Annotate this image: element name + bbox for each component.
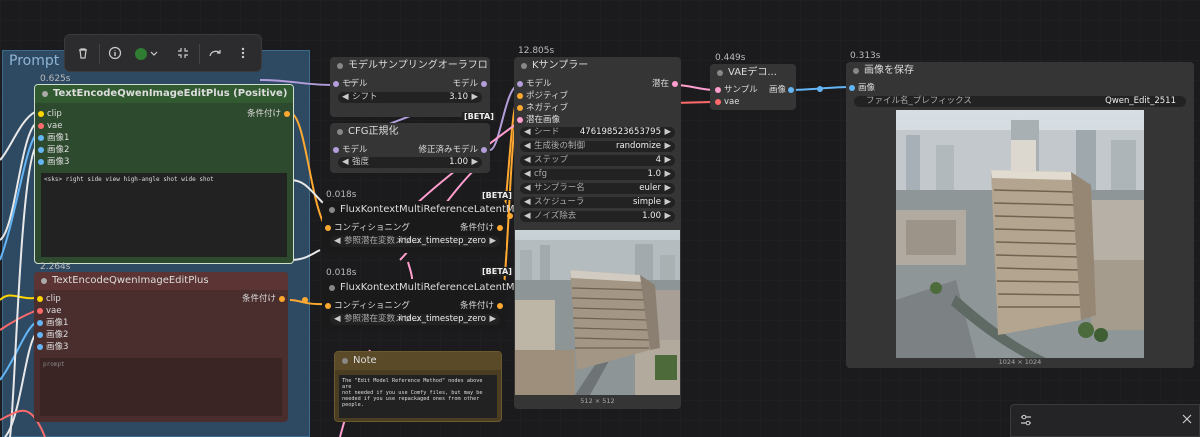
node-model-sampling-auraflow[interactable]: モデルサンプリングオーラフロー モデル モデル ◀ シフト 3.10 ▶	[330, 57, 490, 117]
settings-sliders-icon[interactable]	[1019, 413, 1033, 430]
image-dimensions: 1024 × 1024	[998, 358, 1042, 366]
input-model[interactable]: モデル	[333, 145, 368, 156]
preview-image[interactable]	[515, 230, 680, 395]
input-images[interactable]: 画像	[849, 83, 875, 94]
info-icon[interactable]	[107, 46, 123, 62]
output-model[interactable]: モデル	[452, 79, 487, 90]
input-positive[interactable]: ポジティブ	[517, 91, 568, 102]
execution-time: 0.449s	[715, 53, 746, 63]
node-vae-decode[interactable]: VAEデコ... サンプル vae 画像	[710, 64, 796, 110]
note-text[interactable]: The "Edit Model Reference Method" nodes …	[339, 375, 497, 418]
input-samples[interactable]: サンプル	[715, 85, 758, 96]
input-image1[interactable]: 画像1	[38, 133, 69, 144]
output-conditioning[interactable]: 条件付け	[242, 294, 285, 305]
side-panel[interactable]	[1010, 404, 1200, 437]
strength-widget[interactable]: ◀ 強度 1.00 ▶	[338, 157, 482, 168]
cfg-widget[interactable]: ◀ cfg 1.0 ▶	[520, 169, 675, 180]
node-text-encode-negative[interactable]: TextEncodeQwenImageEditPlus clip vae 画像1…	[34, 272, 288, 422]
execution-time: 0.625s	[40, 74, 71, 84]
beta-badge: [BETA]	[480, 267, 514, 276]
node-title[interactable]: VAEデコ...	[710, 64, 796, 82]
node-title[interactable]: モデルサンプリングオーラフロー	[330, 57, 490, 89]
seed-widget[interactable]: ◀ シード 476198523653795 ▶	[520, 127, 675, 138]
input-latent[interactable]: 潜在画像	[517, 115, 560, 126]
output-latent[interactable]: 潜在	[652, 79, 678, 90]
execution-time: 0.313s	[850, 51, 881, 61]
reference-method-widget[interactable]: ◀ 参照潜在変数メソ... index_timestep_zero ▶	[330, 314, 500, 325]
shift-widget[interactable]: ◀ シフト 3.10 ▶	[338, 92, 482, 103]
input-image3[interactable]: 画像3	[37, 342, 68, 353]
node-save-image[interactable]: 画像を保存 画像 ファイル名_プレフィックス Qwen_Edit_2511 10…	[846, 62, 1194, 368]
input-vae[interactable]: vae	[715, 97, 739, 108]
input-vae[interactable]: vae	[37, 306, 61, 317]
denoise-widget[interactable]: ◀ ノイズ除去 1.00 ▶	[520, 211, 675, 222]
node-cfg-norm[interactable]: CFG正規化 モデル 修正済みモデル ◀ 強度 1.00 ▶	[330, 123, 490, 173]
beta-badge: [BETA]	[480, 191, 514, 200]
fit-icon[interactable]	[175, 46, 191, 62]
input-conditioning[interactable]: コンディショニング	[325, 223, 410, 234]
execution-time: 0.018s	[326, 268, 357, 278]
execution-time: 12.805s	[518, 46, 555, 56]
node-title[interactable]: FluxKontextMultiReferenceLatentM...	[322, 279, 524, 297]
steps-widget[interactable]: ◀ ステップ 4 ▶	[520, 155, 675, 166]
input-image1[interactable]: 画像1	[37, 318, 68, 329]
output-conditioning[interactable]: 条件付け	[460, 301, 503, 312]
image-dimensions: 512 × 512	[580, 397, 615, 405]
node-title[interactable]: FluxKontextMultiReferenceLatentM...	[322, 201, 524, 219]
more-icon[interactable]	[235, 46, 251, 62]
input-image2[interactable]: 画像2	[37, 330, 68, 341]
input-model[interactable]: モデル	[333, 79, 368, 90]
scheduler-widget[interactable]: ◀ スケジューラ simple ▶	[520, 197, 675, 208]
selection-toolbar	[64, 34, 262, 72]
prompt-textarea[interactable]: <sks> right side view high-angle shot wi…	[41, 173, 287, 257]
node-title[interactable]: 画像を保存	[846, 62, 1194, 80]
input-model[interactable]: モデル	[517, 79, 552, 90]
output-model[interactable]: 修正済みモデル	[418, 145, 487, 156]
prompt-textarea[interactable]: prompt	[40, 358, 282, 416]
node-title[interactable]: TextEncodeQwenImageEditPlus	[34, 272, 288, 290]
input-clip[interactable]: clip	[37, 294, 61, 305]
output-image[interactable]: 画像	[769, 85, 794, 96]
close-icon[interactable]	[1181, 413, 1193, 428]
beta-badge: [BETA]	[462, 112, 496, 121]
input-image3[interactable]: 画像3	[38, 157, 69, 168]
color-picker-button[interactable]	[133, 46, 161, 62]
trash-icon[interactable]	[75, 46, 91, 62]
input-clip[interactable]: clip	[38, 109, 62, 120]
input-image2[interactable]: 画像2	[38, 145, 69, 156]
input-negative[interactable]: ネガティブ	[517, 103, 568, 114]
sampler-name-widget[interactable]: ◀ サンプラー名 euler ▶	[520, 183, 675, 194]
node-title[interactable]: CFG正規化	[330, 123, 490, 141]
output-conditioning[interactable]: 条件付け	[247, 109, 290, 120]
node-title[interactable]: Note	[335, 352, 501, 370]
node-note[interactable]: Note The "Edit Model Reference Method" n…	[334, 351, 502, 422]
node-flux-kontext-1[interactable]: FluxKontextMultiReferenceLatentM... コンディ…	[322, 201, 524, 253]
node-ksampler[interactable]: Kサンプラー モデル ポジティブ ネガティブ 潜在画像 潜在 ◀ シード 47619…	[514, 57, 681, 409]
node-flux-kontext-2[interactable]: FluxKontextMultiReferenceLatentM... コンディ…	[322, 279, 524, 331]
input-conditioning[interactable]: コンディショニング	[325, 301, 410, 312]
control-after-generate-widget[interactable]: ◀ 生成後の制御 randomize ▶	[520, 141, 675, 152]
output-image[interactable]	[896, 110, 1144, 358]
node-title[interactable]: TextEncodeQwenImageEditPlus (Positive)	[35, 85, 293, 103]
node-title[interactable]: Kサンプラー	[514, 57, 681, 75]
node-text-encode-positive[interactable]: TextEncodeQwenImageEditPlus (Positive) c…	[34, 84, 294, 264]
input-vae[interactable]: vae	[38, 121, 62, 132]
execution-time: 2.264s	[40, 262, 71, 272]
output-conditioning[interactable]: 条件付け	[460, 223, 503, 234]
execution-time: 0.018s	[326, 190, 357, 200]
reference-method-widget[interactable]: ◀ 参照潜在変数メソ... index_timestep_zero ▶	[330, 236, 500, 247]
bypass-icon[interactable]	[207, 46, 223, 62]
filename-prefix-widget[interactable]: ファイル名_プレフィックス Qwen_Edit_2511	[854, 96, 1186, 107]
